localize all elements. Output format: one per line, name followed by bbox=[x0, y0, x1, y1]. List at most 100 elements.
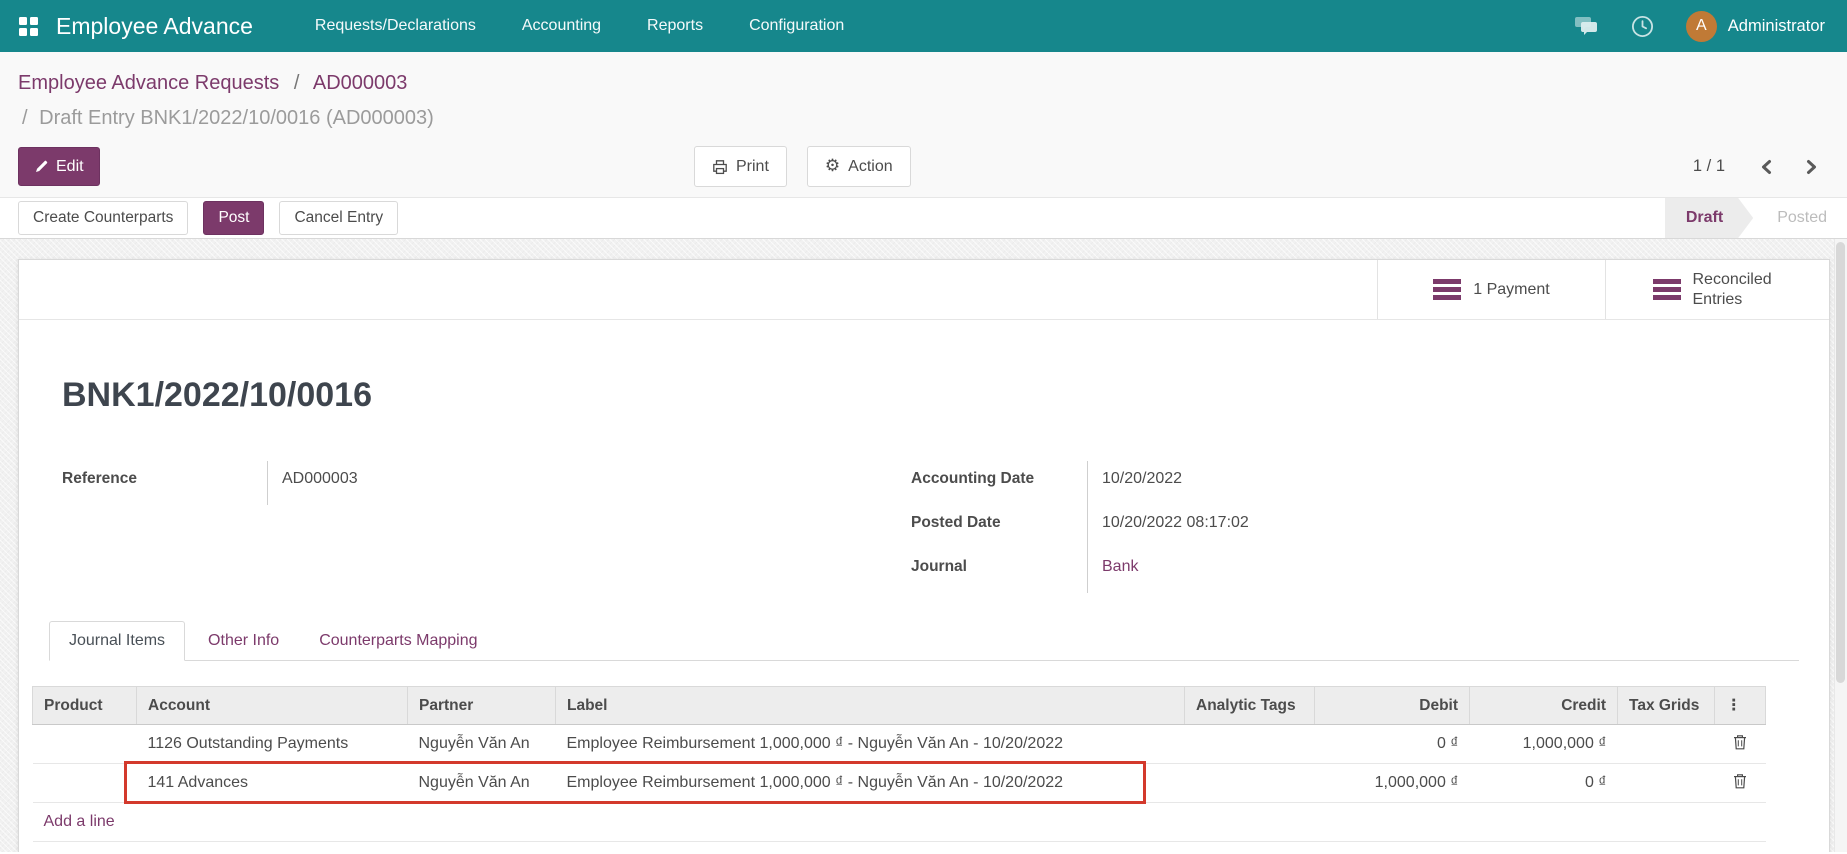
cell-label[interactable]: Employee Reimbursement 1,000,000 ₫ - Ngu… bbox=[556, 764, 1185, 803]
pager-previous-icon[interactable] bbox=[1757, 157, 1776, 177]
column-product[interactable]: Product bbox=[33, 687, 137, 725]
column-tax-grids[interactable]: Tax Grids bbox=[1618, 687, 1715, 725]
reconciled-entries-stat-button[interactable]: Reconciled Entries bbox=[1605, 260, 1829, 319]
action-button-label: Action bbox=[848, 158, 892, 176]
cell-analytic-tags[interactable] bbox=[1185, 725, 1315, 764]
form-sheet: 1 Payment Reconciled Entries BNK1/2022/1… bbox=[18, 259, 1830, 852]
action-button[interactable]: ⚙ Action bbox=[807, 146, 911, 187]
cancel-entry-button[interactable]: Cancel Entry bbox=[279, 201, 398, 235]
reference-value: AD000003 bbox=[267, 461, 487, 505]
posted-date-value: 10/20/2022 08:17:02 bbox=[1087, 505, 1307, 549]
printer-icon bbox=[712, 159, 728, 175]
menu-reports[interactable]: Reports bbox=[647, 17, 703, 35]
state-widget: Draft Posted bbox=[1665, 198, 1847, 238]
column-partner[interactable]: Partner bbox=[408, 687, 556, 725]
app-title[interactable]: Employee Advance bbox=[56, 13, 253, 40]
pager: 1 / 1 bbox=[1693, 157, 1829, 177]
cell-debit[interactable]: 0 ₫ bbox=[1315, 725, 1470, 764]
reference-label: Reference bbox=[62, 461, 267, 505]
table-row[interactable]: 141 Advances Nguyễn Văn An Employee Reim… bbox=[33, 764, 1766, 803]
breadcrumb-record-link[interactable]: AD000003 bbox=[313, 72, 408, 94]
pencil-icon bbox=[34, 160, 48, 174]
pager-count: 1 / 1 bbox=[1693, 157, 1725, 176]
cell-credit[interactable]: 0 ₫ bbox=[1470, 764, 1618, 803]
journal-items-table: Product Account Partner Label Analytic T… bbox=[32, 686, 1766, 842]
column-debit[interactable]: Debit bbox=[1315, 687, 1470, 725]
cell-tax-grids[interactable] bbox=[1618, 764, 1715, 803]
breadcrumb-separator-2: / bbox=[22, 107, 28, 129]
vertical-scrollbar[interactable] bbox=[1834, 239, 1847, 852]
create-counterparts-button[interactable]: Create Counterparts bbox=[18, 201, 188, 235]
cell-analytic-tags[interactable] bbox=[1185, 764, 1315, 803]
menu-requests-declarations[interactable]: Requests/Declarations bbox=[315, 17, 476, 35]
field-accounting-date: Accounting Date 10/20/2022 bbox=[911, 461, 1829, 505]
cell-debit[interactable]: 1,000,000 ₫ bbox=[1315, 764, 1470, 803]
pager-next-icon[interactable] bbox=[1802, 157, 1821, 177]
state-draft[interactable]: Draft bbox=[1665, 198, 1753, 238]
delete-row-button[interactable] bbox=[1715, 725, 1766, 764]
scrollbar-thumb[interactable] bbox=[1836, 242, 1845, 683]
page-title: BNK1/2022/10/0016 bbox=[62, 376, 1829, 415]
journal-items-table-wrap: Product Account Partner Label Analytic T… bbox=[32, 686, 1795, 842]
trash-icon bbox=[1733, 773, 1747, 789]
messages-icon[interactable] bbox=[1574, 15, 1599, 37]
cell-account[interactable]: 1126 Outstanding Payments bbox=[137, 725, 408, 764]
top-navbar: Employee Advance Requests/Declarations A… bbox=[0, 0, 1847, 52]
tab-counterparts-mapping[interactable]: Counterparts Mapping bbox=[302, 622, 494, 660]
cell-account[interactable]: 141 Advances bbox=[137, 764, 408, 803]
gear-icon: ⚙ bbox=[825, 158, 840, 175]
add-a-line-link[interactable]: Add a line bbox=[44, 813, 115, 830]
menu-accounting[interactable]: Accounting bbox=[522, 17, 601, 35]
print-button[interactable]: Print bbox=[694, 146, 787, 187]
cell-credit[interactable]: 1,000,000 ₫ bbox=[1470, 725, 1618, 764]
navbar-right: A Administrator bbox=[1574, 11, 1847, 42]
field-group-right: Accounting Date 10/20/2022 Posted Date 1… bbox=[911, 461, 1829, 593]
breadcrumb-active-line: / Draft Entry BNK1/2022/10/0016 (AD00000… bbox=[18, 101, 1829, 136]
reconciled-entries-icon bbox=[1653, 276, 1681, 304]
breadcrumb-root-link[interactable]: Employee Advance Requests bbox=[18, 72, 279, 94]
tab-journal-items[interactable]: Journal Items bbox=[49, 621, 185, 661]
cell-product[interactable] bbox=[33, 725, 137, 764]
avatar: A bbox=[1686, 11, 1717, 42]
cell-product[interactable] bbox=[33, 764, 137, 803]
field-groups: Reference AD000003 Accounting Date 10/20… bbox=[62, 461, 1829, 593]
edit-button[interactable]: Edit bbox=[18, 147, 100, 186]
tab-other-info[interactable]: Other Info bbox=[191, 622, 296, 660]
column-label[interactable]: Label bbox=[556, 687, 1185, 725]
cell-partner[interactable]: Nguyễn Văn An bbox=[408, 764, 556, 803]
payments-stat-button[interactable]: 1 Payment bbox=[1377, 260, 1605, 319]
table-header-row: Product Account Partner Label Analytic T… bbox=[33, 687, 1766, 725]
menu-configuration[interactable]: Configuration bbox=[749, 17, 844, 35]
record-action-buttons: Print ⚙ Action bbox=[694, 146, 911, 187]
state-posted[interactable]: Posted bbox=[1777, 209, 1827, 227]
cell-label[interactable]: Employee Reimbursement 1,000,000 ₫ - Ngu… bbox=[556, 725, 1185, 764]
apps-menu-button[interactable] bbox=[0, 0, 56, 52]
add-line-row: Add a line bbox=[33, 803, 1766, 842]
stat-button-box: 1 Payment Reconciled Entries bbox=[19, 260, 1829, 320]
journal-value-link[interactable]: Bank bbox=[1087, 549, 1307, 593]
column-credit[interactable]: Credit bbox=[1470, 687, 1618, 725]
column-account[interactable]: Account bbox=[137, 687, 408, 725]
journal-label: Journal bbox=[911, 549, 1087, 593]
journal-entries-icon bbox=[1433, 276, 1461, 304]
table-row[interactable]: 1126 Outstanding Payments Nguyễn Văn An … bbox=[33, 725, 1766, 764]
trash-icon bbox=[1733, 734, 1747, 750]
breadcrumb-separator: / bbox=[294, 72, 300, 94]
user-menu[interactable]: A Administrator bbox=[1686, 11, 1825, 42]
delete-row-button[interactable] bbox=[1715, 764, 1766, 803]
main-menu: Requests/Declarations Accounting Reports… bbox=[315, 17, 844, 35]
accounting-date-label: Accounting Date bbox=[911, 461, 1087, 505]
tab-strip: Journal Items Other Info Counterparts Ma… bbox=[49, 621, 1799, 661]
payments-stat-label: 1 Payment bbox=[1473, 280, 1549, 300]
post-button[interactable]: Post bbox=[203, 201, 264, 235]
optional-columns-icon[interactable]: ⋮ bbox=[1715, 687, 1766, 725]
cell-tax-grids[interactable] bbox=[1618, 725, 1715, 764]
column-analytic-tags[interactable]: Analytic Tags bbox=[1185, 687, 1315, 725]
cell-partner[interactable]: Nguyễn Văn An bbox=[408, 725, 556, 764]
field-journal: Journal Bank bbox=[911, 549, 1829, 593]
edit-button-label: Edit bbox=[56, 158, 84, 176]
breadcrumb-active: Draft Entry BNK1/2022/10/0016 (AD000003) bbox=[39, 107, 434, 129]
activity-clock-icon[interactable] bbox=[1631, 15, 1654, 38]
breadcrumb: Employee Advance Requests / AD000003 bbox=[18, 66, 1829, 101]
user-name: Administrator bbox=[1728, 17, 1825, 36]
